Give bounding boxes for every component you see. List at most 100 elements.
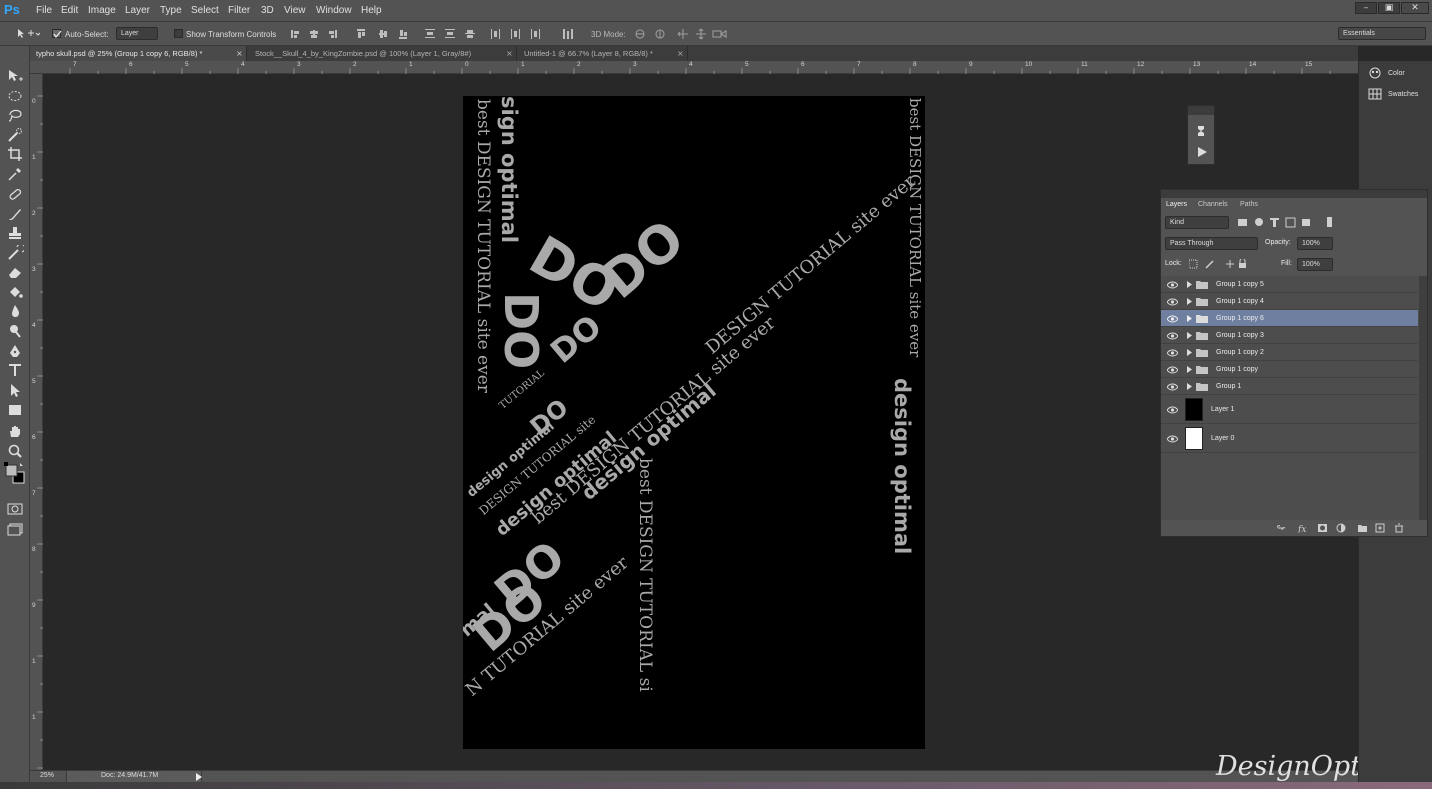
path-selection-tool-icon[interactable] (6, 382, 24, 398)
crop-tool-icon[interactable] (6, 146, 24, 162)
eraser-tool-icon[interactable] (6, 264, 24, 280)
layer-row-selected[interactable]: Group 1 copy 6 (1161, 310, 1418, 327)
healing-brush-tool-icon[interactable] (6, 186, 24, 202)
restore-button[interactable]: ▣ (1378, 2, 1400, 14)
menu-select[interactable]: Select (191, 5, 219, 16)
horizontal-ruler[interactable]: 7 6 5 4 3 2 1 0 1 2 3 4 5 6 7 8 9 10 11 … (30, 61, 1358, 74)
tab-close-icon[interactable]: × (236, 49, 243, 58)
tab-untitled-1[interactable]: Untitled-1 @ 66.7% (Layer 8, RGB/8) * (518, 46, 688, 61)
tab-channels[interactable]: Channels (1198, 201, 1228, 208)
layer-actions[interactable]: fx (1277, 523, 1409, 533)
layer-row[interactable]: Group 1 copy 4 (1161, 293, 1418, 310)
menu-layer[interactable]: Layer (125, 5, 150, 16)
menu-edit[interactable]: Edit (61, 5, 78, 16)
3d-mode-icons[interactable] (634, 28, 729, 40)
marquee-tool-icon[interactable] (6, 88, 24, 104)
move-tool-preset-icon[interactable] (16, 28, 40, 39)
visibility-eye-icon[interactable] (1167, 406, 1178, 414)
zoom-tool-icon[interactable] (6, 443, 24, 459)
expand-arrow-icon[interactable] (1187, 315, 1192, 322)
expand-arrow-icon[interactable] (1187, 349, 1192, 356)
visibility-eye-icon[interactable] (1167, 332, 1178, 340)
filter-icons[interactable] (1238, 217, 1336, 228)
layers-scrollbar[interactable] (1419, 276, 1427, 520)
status-menu-arrow-icon[interactable] (196, 773, 202, 781)
dock-color[interactable]: Color (1388, 70, 1405, 77)
visibility-eye-icon[interactable] (1167, 435, 1178, 443)
dodge-tool-icon[interactable] (6, 323, 24, 339)
menu-image[interactable]: Image (88, 5, 116, 16)
layers-panel-header[interactable] (1161, 190, 1427, 198)
expand-arrow-icon[interactable] (1187, 332, 1192, 339)
zoom-level[interactable]: 25% (40, 772, 54, 779)
eyedropper-tool-icon[interactable] (6, 166, 24, 182)
screen-mode-icon[interactable] (6, 522, 24, 536)
paint-bucket-tool-icon[interactable] (6, 284, 24, 300)
quick-mask-icon[interactable] (6, 502, 24, 516)
layer-row[interactable]: Group 1 copy 5 (1161, 276, 1418, 293)
history-icon[interactable] (1195, 124, 1207, 136)
menu-type[interactable]: Type (160, 5, 182, 16)
history-brush-tool-icon[interactable] (6, 245, 24, 261)
menu-file[interactable]: File (36, 5, 52, 16)
dock-swatches[interactable]: Swatches (1388, 91, 1418, 98)
move-tool-icon[interactable] (6, 68, 24, 84)
menu-help[interactable]: Help (361, 5, 382, 16)
layer-row[interactable]: Layer 1 (1161, 395, 1418, 424)
rectangle-tool-icon[interactable] (6, 402, 24, 418)
foreground-background-colors-icon[interactable] (4, 462, 26, 484)
tab-close-icon[interactable]: × (506, 49, 513, 58)
show-transform-checkbox[interactable] (174, 29, 183, 38)
filter-kind-dropdown[interactable]: Kind (1165, 216, 1229, 229)
color-panel-icon[interactable] (1368, 67, 1382, 79)
layer-row[interactable]: Group 1 copy 2 (1161, 344, 1418, 361)
menu-window[interactable]: Window (316, 5, 352, 16)
vertical-ruler[interactable]: 0 1 2 3 4 5 6 7 8 9 1 1 (30, 74, 43, 770)
tab-close-icon[interactable]: × (677, 49, 684, 58)
brush-tool-icon[interactable] (6, 206, 24, 222)
blend-mode-dropdown[interactable]: Pass Through (1165, 237, 1258, 250)
workspace-dropdown[interactable]: Essentials (1338, 27, 1426, 40)
menu-filter[interactable]: Filter (228, 5, 250, 16)
visibility-eye-icon[interactable] (1167, 298, 1178, 306)
layer-row[interactable]: Layer 0 (1161, 424, 1418, 453)
layer-row[interactable]: Group 1 copy (1161, 361, 1418, 378)
quick-selection-tool-icon[interactable] (6, 127, 24, 143)
auto-select-dropdown[interactable]: Layer (116, 27, 158, 40)
tab-typho-skull[interactable]: typho skull.psd @ 25% (Group 1 copy 6, R… (30, 46, 247, 61)
expand-arrow-icon[interactable] (1187, 298, 1192, 305)
tab-paths[interactable]: Paths (1240, 201, 1258, 208)
tab-layers[interactable]: Layers (1166, 201, 1187, 208)
mini-panel-header[interactable] (1188, 106, 1214, 115)
minimize-button[interactable]: – (1355, 2, 1377, 14)
expand-arrow-icon[interactable] (1187, 383, 1192, 390)
hand-tool-icon[interactable] (6, 423, 24, 439)
tab-stock-skull[interactable]: Stock__Skull_4_by_KingZombie.psd @ 100% … (249, 46, 517, 61)
blur-tool-icon[interactable] (6, 303, 24, 319)
expand-arrow-icon[interactable] (1187, 281, 1192, 288)
menu-3d[interactable]: 3D (261, 5, 274, 16)
visibility-eye-icon[interactable] (1167, 366, 1178, 374)
distribute-buttons[interactable] (425, 29, 575, 39)
fill-input[interactable]: 100% (1297, 258, 1333, 271)
visibility-eye-icon[interactable] (1167, 349, 1178, 357)
document-canvas[interactable]: best DESIGN TUTORIAL site ever sign opti… (463, 96, 925, 749)
lock-icons[interactable] (1189, 259, 1247, 269)
lasso-tool-icon[interactable] (6, 107, 24, 123)
play-icon[interactable] (1196, 146, 1208, 158)
type-tool-icon[interactable] (6, 362, 24, 378)
close-button[interactable]: ✕ (1401, 2, 1429, 14)
opacity-input[interactable]: 100% (1297, 237, 1333, 250)
clone-stamp-tool-icon[interactable] (6, 225, 24, 241)
visibility-eye-icon[interactable] (1167, 281, 1178, 289)
auto-select-checkbox[interactable] (52, 29, 62, 39)
expand-arrow-icon[interactable] (1187, 366, 1192, 373)
pen-tool-icon[interactable] (6, 343, 24, 359)
layer-row[interactable]: Group 1 copy 3 (1161, 327, 1418, 344)
swatches-panel-icon[interactable] (1368, 88, 1382, 100)
align-buttons[interactable] (291, 29, 411, 39)
visibility-eye-icon[interactable] (1167, 315, 1178, 323)
layer-row[interactable]: Group 1 (1161, 378, 1418, 395)
visibility-eye-icon[interactable] (1167, 383, 1178, 391)
menu-view[interactable]: View (284, 5, 306, 16)
